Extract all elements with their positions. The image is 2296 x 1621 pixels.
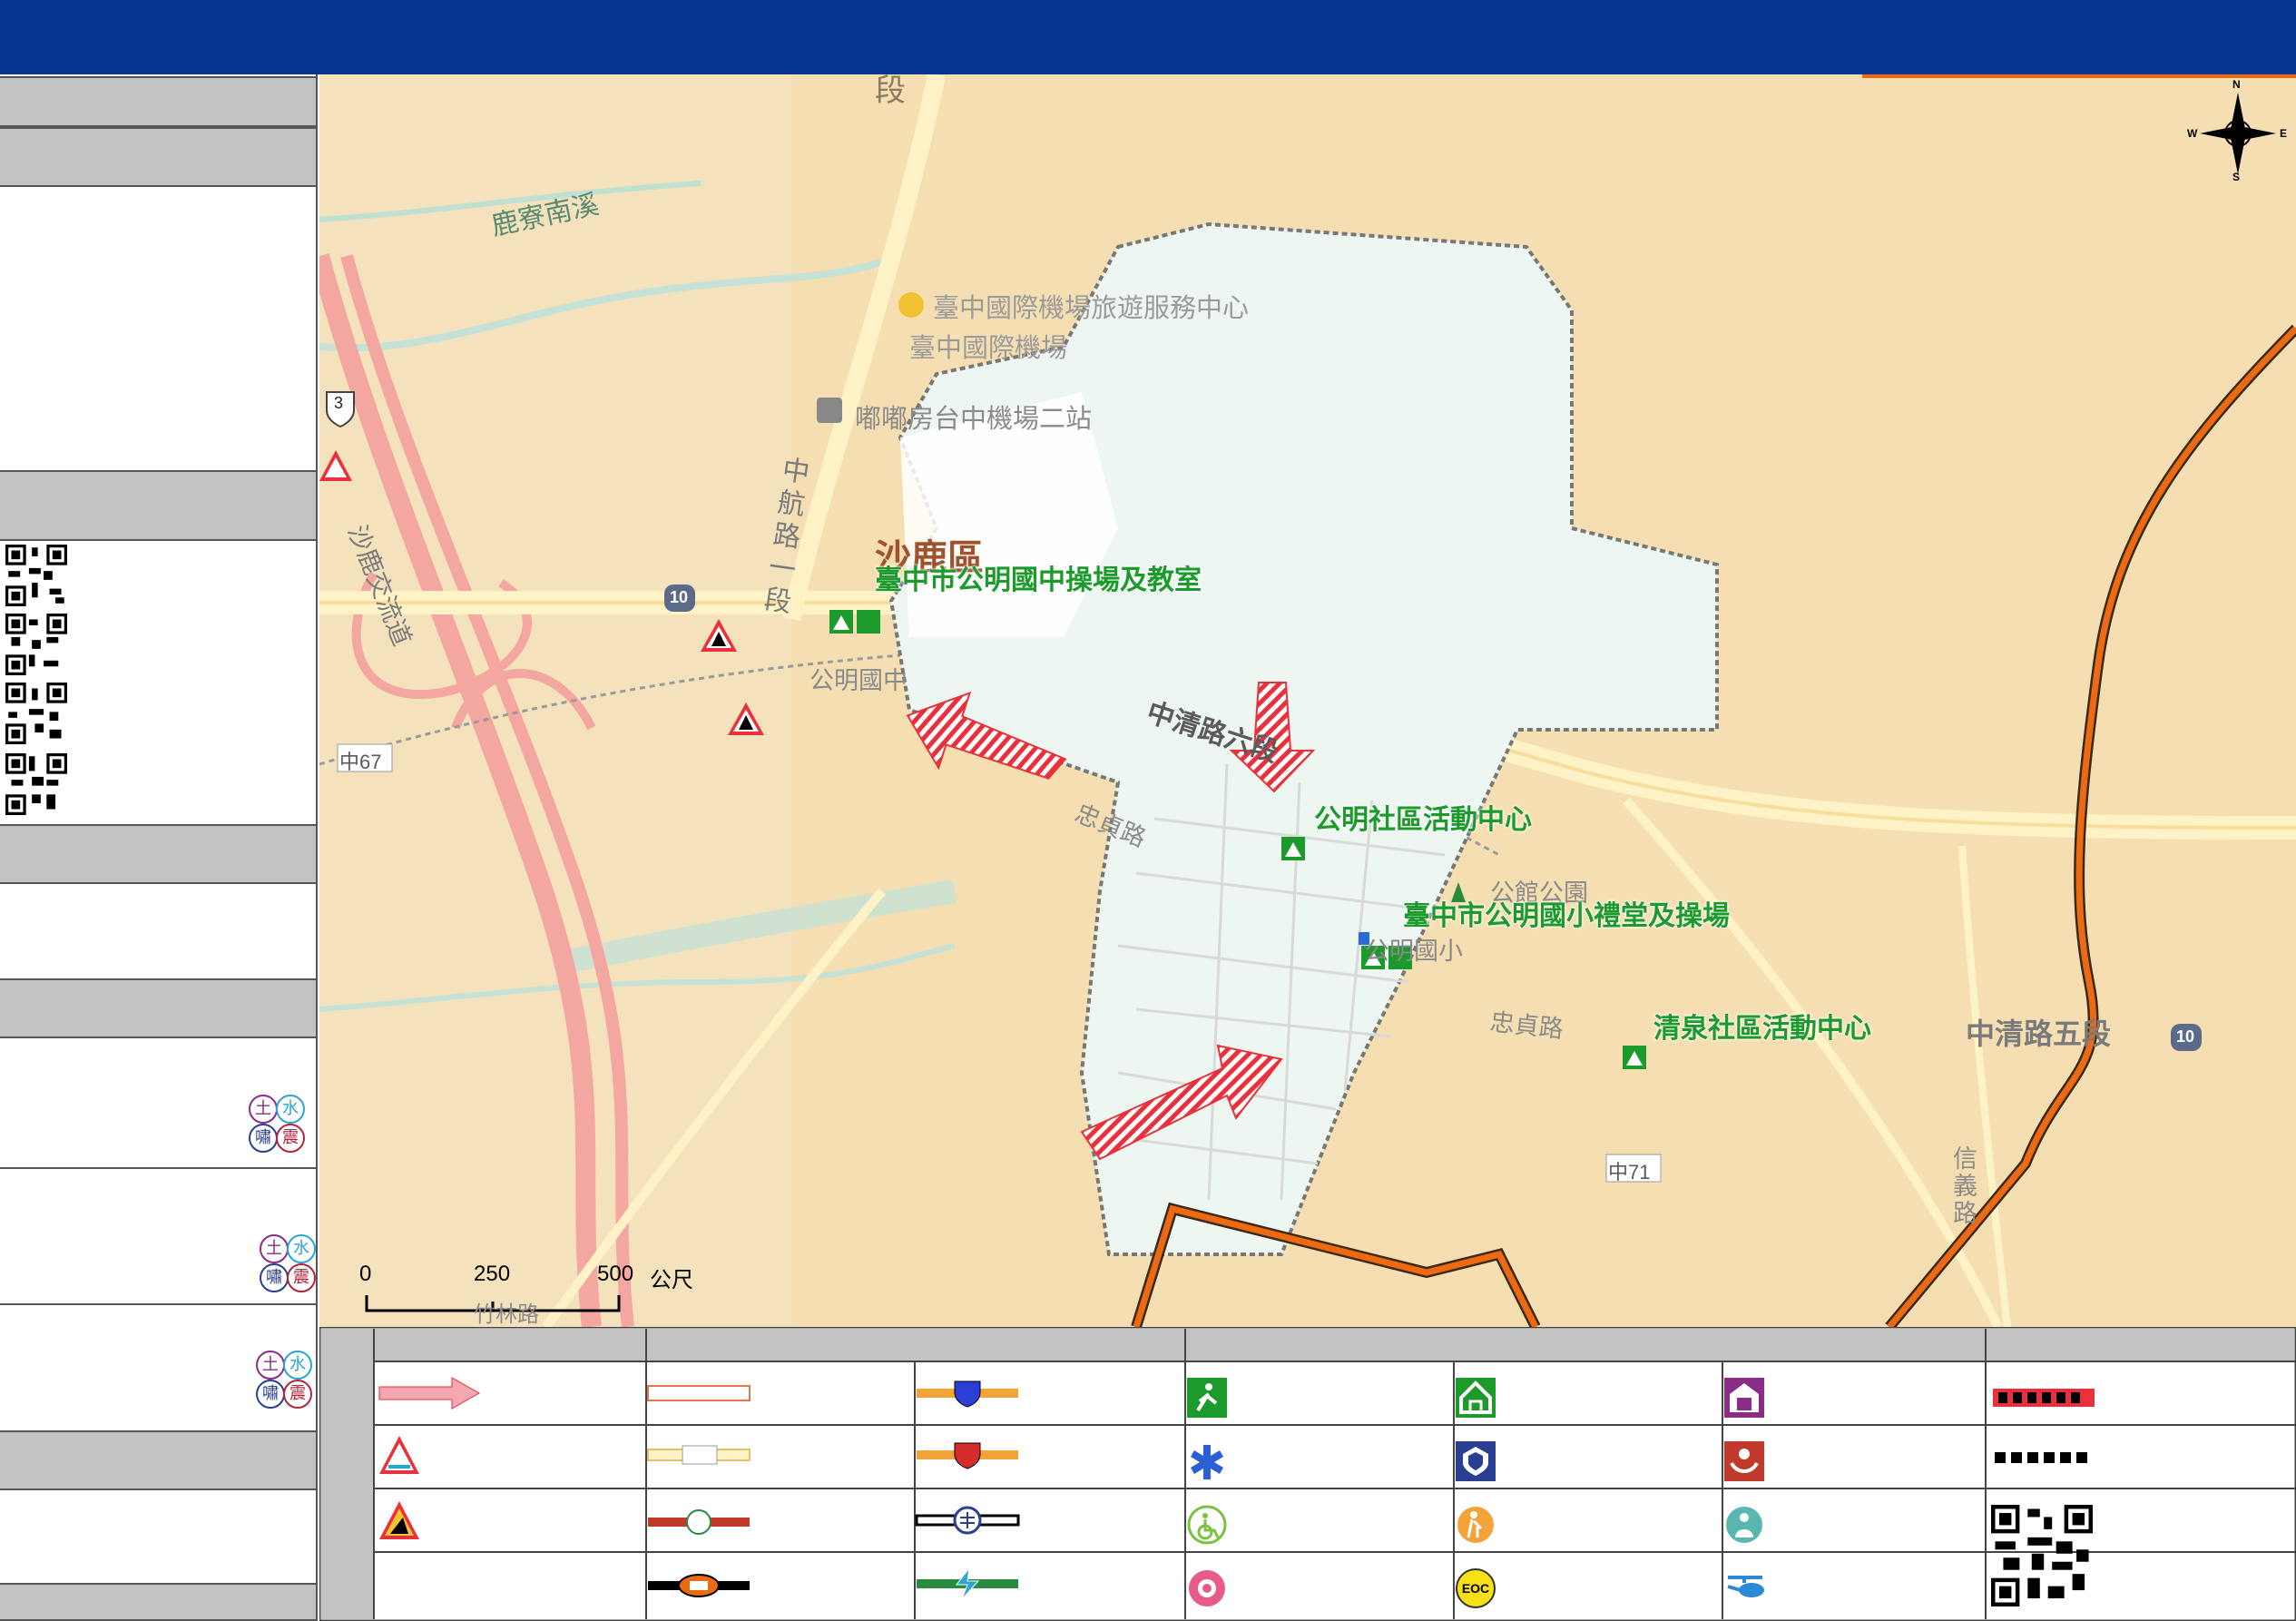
gongming-es-label: 公明國小 — [1365, 938, 1463, 965]
sidebar-header-1 — [0, 76, 316, 127]
partial-duan-label: 段 — [875, 74, 906, 108]
tsunami-badge: 嘯 — [260, 1263, 289, 1292]
eoc-icon: EOC — [1456, 1568, 1496, 1608]
zhongzhen-road-label-2: 忠貞路 — [1488, 1007, 1565, 1044]
district-boundary-legend — [1993, 1389, 2095, 1407]
route10-label-a: 10 — [670, 588, 689, 606]
bottom-road-label: 竹林路 — [474, 1302, 539, 1327]
road-hazard-icon — [379, 1436, 419, 1474]
scale-tick-0: 0 — [359, 1262, 372, 1286]
map-canvas[interactable]: N S W E 段 鹿寮南溪 臺中國際機場旅遊服務中心 臺中國際機場 嘟嘟房台中… — [319, 74, 2296, 1327]
sidebar-header-4 — [0, 824, 316, 884]
water-badge: 水 — [276, 1095, 305, 1124]
sidebar-header-5 — [0, 978, 316, 1038]
shelter-label-gongming-community[interactable]: 公明社區活動中心 — [1314, 797, 1532, 837]
railway-station-icon — [915, 1506, 1020, 1535]
route10-label-b: 10 — [2176, 1027, 2195, 1046]
sidebar-header-7 — [0, 1583, 316, 1621]
scale-unit: 公尺 — [650, 1268, 693, 1292]
county-road-icon — [648, 1574, 750, 1597]
sidebar-header-2 — [0, 127, 316, 187]
sidebar-divider-2 — [0, 1303, 316, 1305]
scale-tick-250: 250 — [474, 1262, 511, 1286]
soil-badge: 土 — [260, 1234, 289, 1263]
shelter-label-gongming-jh[interactable]: 臺中市公明國中操場及教室 — [875, 557, 1202, 597]
zhongqing5-label: 中清路五段 — [1966, 1017, 2112, 1050]
rescue-icon — [1189, 1570, 1225, 1606]
elderly-icon — [1457, 1507, 1494, 1543]
compass-icon: N S W E — [2187, 78, 2287, 183]
police-icon — [1456, 1441, 1496, 1481]
qr-code-1[interactable] — [5, 545, 67, 606]
water-badge: 水 — [283, 1351, 312, 1380]
route3-label: 3 — [334, 394, 344, 412]
scale-tick-500: 500 — [597, 1262, 634, 1286]
sidebar: 土 水 嘯 震 土 水 嘯 震 土 水 嘯 震 — [0, 74, 318, 1621]
airport-label: 臺中國際機場 — [909, 334, 1068, 363]
evacuation-arrow-icon — [378, 1377, 481, 1410]
tsunami-badge: 嘯 — [249, 1124, 278, 1153]
shelter-label-qingquan[interactable]: 清泉社區活動中心 — [1653, 1006, 1871, 1046]
legend-panel: EOC — [319, 1327, 2296, 1621]
sidebar-header-6 — [0, 1430, 316, 1490]
map-basemap — [319, 74, 2296, 1327]
village-boundary-legend — [1995, 1452, 2087, 1463]
compass-n: N — [2232, 78, 2241, 91]
parking-label: 嘟嘟房台中機場二站 — [855, 405, 1093, 434]
zhong67-label: 中67 — [339, 751, 382, 773]
childcare-icon — [1726, 1507, 1762, 1543]
national-highway-legend — [917, 1380, 1018, 1408]
zhong71-label: 中71 — [1608, 1161, 1651, 1184]
emergency-exit-icon — [1187, 1378, 1227, 1418]
qr-code-4[interactable] — [5, 753, 67, 815]
landslide-icon — [379, 1501, 419, 1539]
high-speed-rail-icon — [917, 1567, 1018, 1600]
compass-w: W — [2187, 127, 2198, 140]
airport-service-label: 臺中國際機場旅遊服務中心 — [933, 294, 1250, 323]
accessible-icon — [1187, 1505, 1227, 1545]
disaster-relief-icon — [1724, 1441, 1764, 1481]
shelter-icon — [1456, 1378, 1496, 1418]
provincial-highway-legend — [917, 1442, 1018, 1469]
water-badge: 水 — [287, 1234, 316, 1263]
qr-code-3[interactable] — [5, 683, 67, 744]
helicopter-icon — [1727, 1576, 1764, 1597]
gongming-jh-label: 公明國中 — [809, 667, 908, 694]
quake-badge: 震 — [287, 1263, 316, 1292]
qr-code-2[interactable] — [5, 614, 67, 675]
header-bar — [0, 0, 2296, 74]
soil-badge: 土 — [256, 1351, 285, 1380]
medical-icon — [1191, 1445, 1223, 1479]
soil-badge: 土 — [249, 1095, 278, 1124]
sidebar-divider-1 — [0, 1167, 316, 1169]
quake-badge: 震 — [276, 1124, 305, 1153]
compass-s: S — [2232, 171, 2241, 183]
main-road-legend — [647, 1445, 751, 1465]
shelter-label-gongming-es[interactable]: 臺中市公明國小禮堂及操場 — [1403, 893, 1730, 933]
compass-e: E — [2280, 127, 2288, 140]
expressway-legend — [647, 1385, 751, 1401]
xinyi-road-label: 信義路 — [1953, 1145, 1977, 1227]
sidebar-header-qr — [0, 470, 316, 541]
fire-dept-icon — [1724, 1378, 1764, 1418]
quake-badge: 震 — [283, 1380, 312, 1409]
provincial-road-icon — [648, 1509, 750, 1535]
legend-qr-code[interactable] — [1991, 1505, 2093, 1606]
tsunami-badge: 嘯 — [256, 1380, 285, 1409]
